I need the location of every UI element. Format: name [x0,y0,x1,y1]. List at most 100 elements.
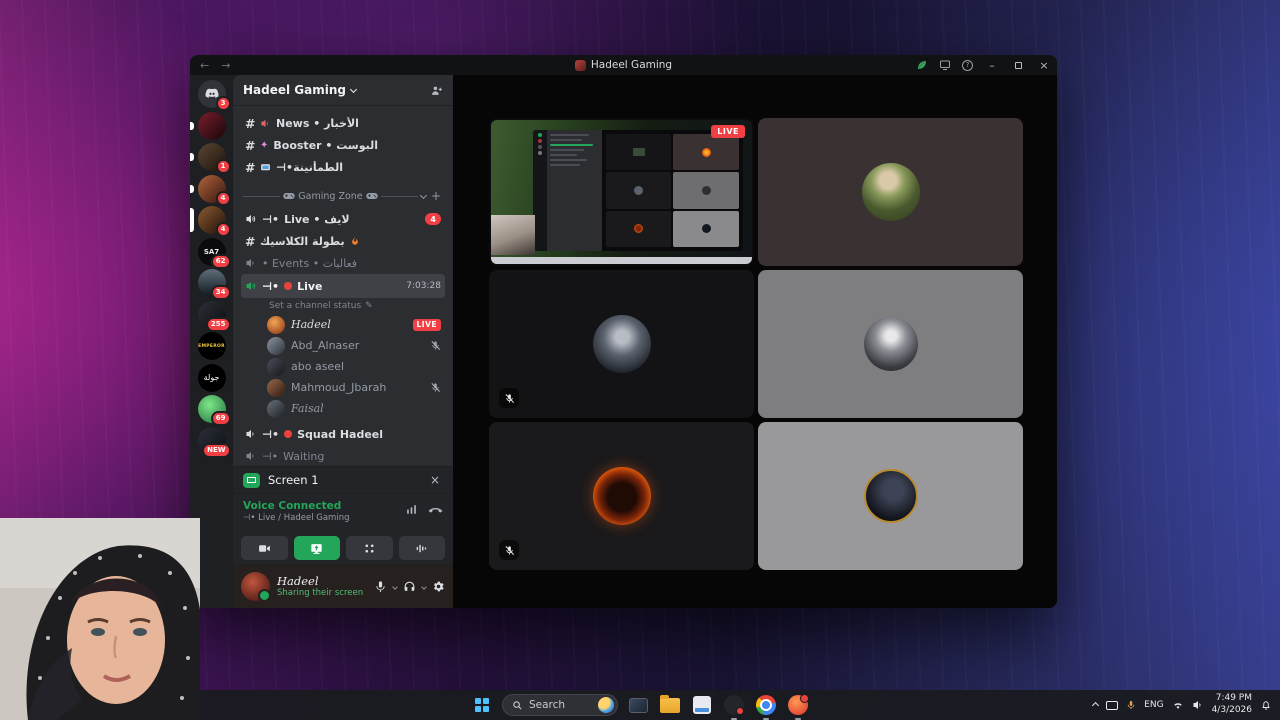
participant-tile[interactable] [758,422,1023,570]
notification-badge: 62 [210,253,231,269]
hash-icon: # [245,159,256,175]
channel-status-hint[interactable]: Set a channel status ✎ [241,298,445,314]
tray-display-icon[interactable] [1106,700,1119,710]
discord-window: ← → Hadeel Gaming ? – × 3 1 4 4 SA7 62 3… [190,55,1057,608]
taskbar-app-monitor[interactable] [626,693,650,717]
taskbar-search[interactable]: Search [502,694,618,716]
speaker-icon [245,450,257,462]
preview-taskbar [491,256,752,264]
screen-share-button[interactable] [293,536,340,560]
server-header[interactable]: Hadeel Gaming [233,75,453,105]
tray-mic-icon[interactable] [1126,700,1136,710]
voice-member-faisal[interactable]: Faisal [241,398,445,419]
voice-member-hadeel[interactable]: Hadeel LIVE [241,314,445,335]
server-icon[interactable]: SA7 62 [197,237,231,269]
mic-icon[interactable] [374,580,387,593]
voice-member-abd-alnaser[interactable]: Abd_Alnaser [241,335,445,356]
home-server-icon[interactable]: 3 [197,80,231,111]
server-icon[interactable]: NEW [197,426,231,458]
participant-tile[interactable] [489,422,754,570]
minimize-button[interactable]: – [979,55,1005,75]
screenshare-tile[interactable]: LIVE [489,118,754,266]
server-icon[interactable]: 1 [190,143,231,174]
avatar [592,315,651,373]
server-icon[interactable]: 4 [190,174,231,206]
server-icon-hadeel-gaming[interactable]: 4 [190,206,231,237]
taskbar-clock[interactable]: 7:49 PM 4/3/2026 [1212,693,1252,716]
chevron-down-icon[interactable] [421,583,427,590]
channel-tranquility[interactable]: # ⊣•الطمأنينة [241,156,445,178]
activities-button[interactable] [346,536,393,560]
voice-member-mahmoud-jbarah[interactable]: Mahmoud_Jbarah [241,377,445,398]
server-icon[interactable]: 255 [197,300,231,332]
camera-button[interactable] [241,536,288,560]
back-arrow-icon[interactable]: ← [200,59,209,72]
search-highlight-icon [598,697,614,713]
avatar [863,317,918,371]
user-avatar[interactable] [241,572,271,602]
channel-booster[interactable]: # ✦ Booster • البوست [241,134,445,156]
invite-member-icon[interactable] [430,84,443,97]
noise-suppression-icon[interactable] [405,503,418,516]
server-icon[interactable]: 34 [197,269,231,300]
start-button[interactable] [470,693,494,717]
taskbar-app-recorder[interactable] [722,693,746,717]
close-button[interactable]: × [1031,55,1057,75]
participant-tile[interactable] [758,118,1023,266]
settings-gear-icon[interactable] [432,580,445,593]
voice-channel-live-lounge[interactable]: ⊣• Live • لايف 4 [241,208,445,230]
notification-badge: 1 [215,159,231,174]
stop-streaming-button[interactable]: × [427,473,443,487]
window-titlebar: ← → Hadeel Gaming ? – × [190,55,1057,75]
maximize-button[interactable] [1005,55,1031,75]
voice-member-abo-aseel[interactable]: abo aseel [241,356,445,377]
server-icon[interactable]: جولة [197,363,226,392]
taskbar-app-chrome[interactable] [754,693,778,717]
speaker-icon [245,257,257,269]
tray-chevron-up-icon[interactable] [1092,701,1100,709]
voice-channel-live-active[interactable]: ⊣• Live 7:03:28 [241,274,445,298]
channel-classic-tournament[interactable]: # بطولة الكلاسيك [241,230,445,252]
participant-tile[interactable] [489,270,754,418]
server-name: Hadeel Gaming [243,83,346,97]
krisp-leaf-icon[interactable] [910,55,933,75]
avatar [267,378,285,397]
taskbar-app-browser-orange[interactable] [786,693,810,717]
language-indicator[interactable]: ENG [1144,700,1163,710]
voice-connected-label[interactable]: Voice Connected [243,500,349,513]
screen-share-active-icon [243,472,260,488]
user-panel[interactable]: Hadeel Sharing their screen [233,564,453,608]
sparkle-icon: ✦ [260,139,269,151]
forward-arrow-icon[interactable]: → [221,59,230,72]
notification-badge: 34 [210,285,231,300]
server-icon[interactable] [190,111,226,140]
headphones-icon[interactable] [403,580,416,593]
user-status: Sharing their screen [277,588,364,599]
mic-muted-icon [499,540,519,560]
taskbar-app-document[interactable] [690,693,714,717]
channel-news[interactable]: # News • الأخبار [241,112,445,134]
notification-bell-icon[interactable] [1260,699,1272,711]
participant-tile[interactable] [758,270,1023,418]
add-channel-button[interactable]: + [429,189,443,203]
server-icon[interactable]: 69 [197,395,231,426]
voice-channel-waiting[interactable]: ⊣• Waiting [241,445,445,466]
window-title: Hadeel Gaming [574,59,672,71]
server-icon[interactable]: EMPEROR [197,332,226,360]
taskbar-app-file-explorer[interactable] [658,693,682,717]
soundboard-button[interactable] [398,536,445,560]
voice-channel-events[interactable]: • Events • فعاليات [241,252,445,274]
help-icon[interactable]: ? [956,55,979,75]
clock-time: 7:49 PM [1215,693,1252,704]
chevron-down-icon[interactable] [392,583,398,590]
stream-monitor-icon[interactable] [933,55,956,75]
category-gaming-zone[interactable]: Gaming Zone + [241,184,445,208]
voice-channel-squad-hadeel[interactable]: ⊣• Squad Hadeel [241,423,445,445]
disconnect-call-icon[interactable] [428,502,443,517]
avatar [267,315,285,334]
volume-icon[interactable] [1192,699,1204,711]
wifi-icon[interactable] [1172,699,1184,711]
voice-connection-panel: Voice Connected ⊣• Live / Hadeel Gaming [233,493,453,533]
gamepad-icon [283,192,296,200]
voice-controls [233,533,453,564]
